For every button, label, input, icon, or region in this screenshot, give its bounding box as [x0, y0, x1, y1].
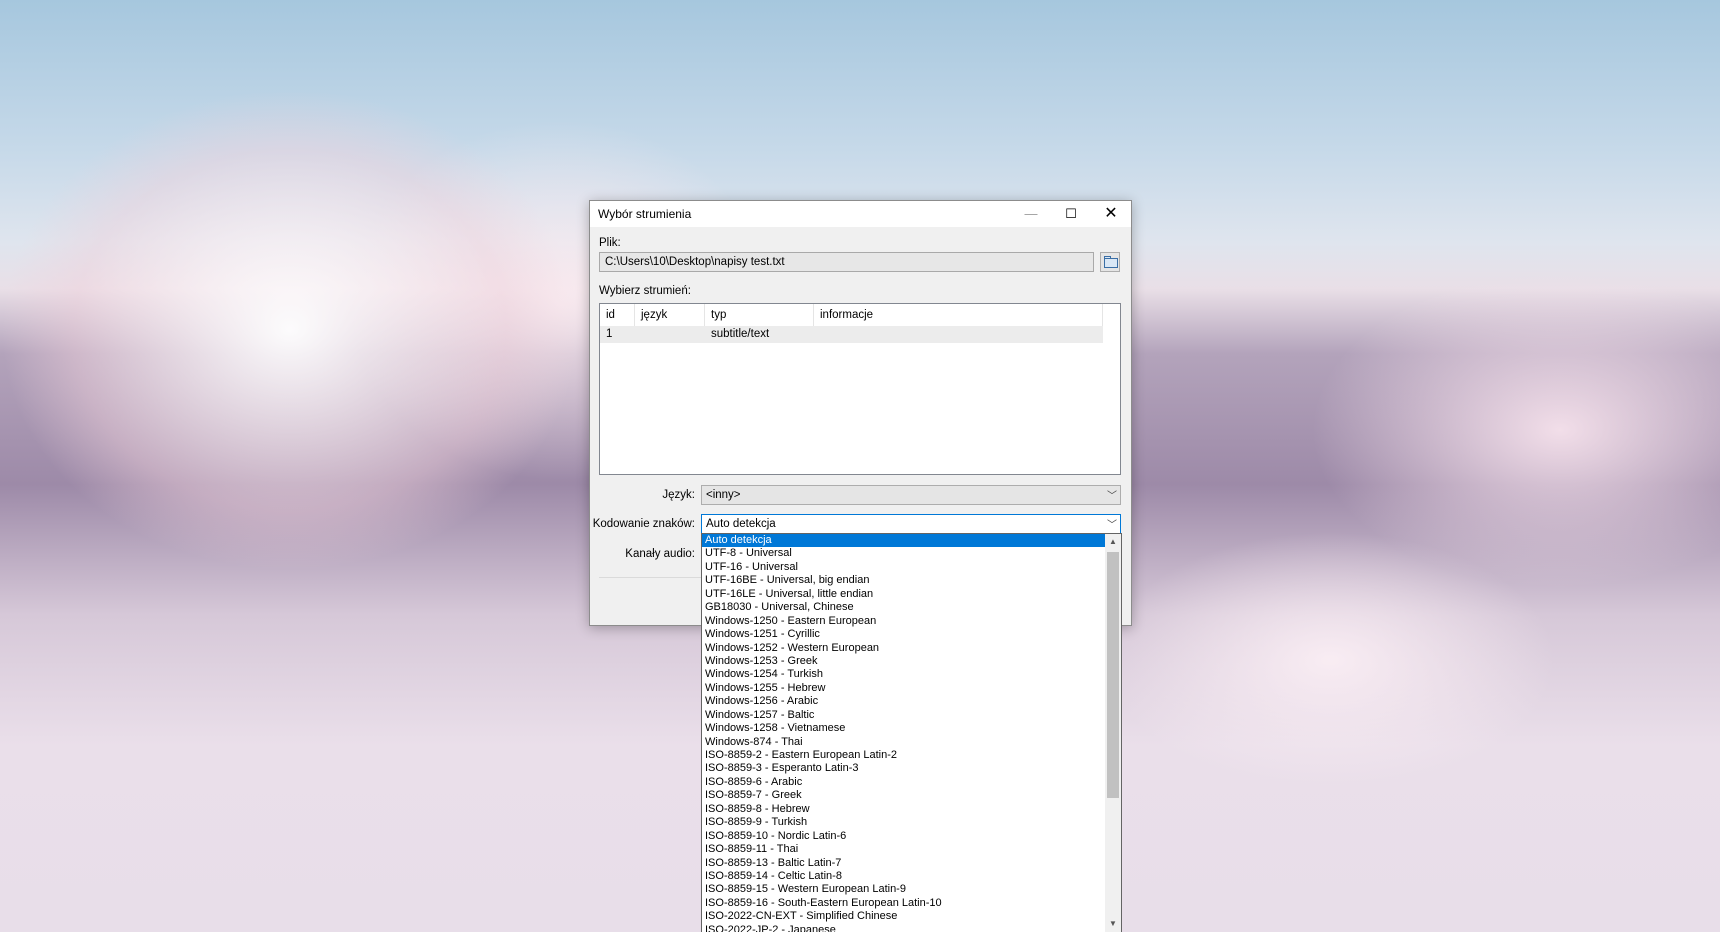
language-dropdown[interactable]: <inny> ﹀: [701, 485, 1121, 505]
encoding-options-scrollbar[interactable]: ▲ ▼: [1105, 534, 1121, 932]
encoding-option[interactable]: Windows-1255 - Hebrew: [702, 682, 1105, 695]
row-type-cell: subtitle/text: [711, 328, 770, 340]
encoding-option[interactable]: Windows-1256 - Arabic: [702, 695, 1105, 708]
browse-button[interactable]: [1100, 252, 1120, 272]
file-path-field[interactable]: C:\Users\10\Desktop\napisy test.txt: [599, 252, 1094, 272]
window-title: Wybór strumienia: [598, 207, 692, 221]
encoding-option[interactable]: ISO-8859-13 - Baltic Latin-7: [702, 857, 1105, 870]
encoding-dropdown-value: Auto detekcja: [706, 518, 776, 530]
encoding-option[interactable]: UTF-16BE - Universal, big endian: [702, 574, 1105, 587]
encoding-option[interactable]: UTF-16LE - Universal, little endian: [702, 588, 1105, 601]
encoding-option[interactable]: Windows-1250 - Eastern European: [702, 615, 1105, 628]
column-header-id[interactable]: id: [600, 304, 635, 326]
encoding-options-list[interactable]: Auto detekcja UTF-8 - Universal UTF-16 - U…: [701, 533, 1122, 932]
encoding-dropdown[interactable]: Auto detekcja ﹀: [701, 514, 1121, 534]
stream-list-label: Wybierz strumień:: [599, 285, 691, 297]
encoding-option[interactable]: ISO-8859-16 - South-Eastern European Lat…: [702, 897, 1105, 910]
encoding-option[interactable]: Windows-1253 - Greek: [702, 655, 1105, 668]
encoding-options-container: Auto detekcja UTF-8 - Universal UTF-16 - U…: [702, 534, 1121, 932]
encoding-option[interactable]: UTF-8 - Universal: [702, 547, 1105, 560]
encoding-label: Kodowanie znaków:: [592, 518, 695, 530]
encoding-option[interactable]: Windows-1251 - Cyrillic: [702, 628, 1105, 641]
encoding-option[interactable]: ISO-8859-9 - Turkish: [702, 816, 1105, 829]
scroll-up-icon[interactable]: ▲: [1105, 534, 1121, 550]
encoding-option[interactable]: Windows-1258 - Vietnamese: [702, 722, 1105, 735]
encoding-option[interactable]: ISO-8859-15 - Western European Latin-9: [702, 883, 1105, 896]
maximize-button[interactable]: ☐: [1051, 201, 1091, 227]
column-header-type[interactable]: typ: [705, 304, 814, 326]
table-row[interactable]: 1 subtitle/text: [600, 326, 1103, 343]
encoding-option[interactable]: ISO-2022-JP-2 - Japanese: [702, 924, 1105, 932]
chevron-down-icon: ﹀: [1107, 520, 1117, 531]
stream-list[interactable]: id język typ informacje 1 subtitle/text: [599, 303, 1121, 475]
encoding-option[interactable]: ISO-8859-2 - Eastern European Latin-2: [702, 749, 1105, 762]
stream-list-header: id język typ informacje: [600, 304, 1103, 326]
encoding-option[interactable]: Windows-1254 - Turkish: [702, 668, 1105, 681]
scroll-down-icon[interactable]: ▼: [1105, 916, 1121, 932]
scrollbar-thumb[interactable]: [1107, 552, 1119, 798]
chevron-down-icon: ﹀: [1107, 491, 1117, 502]
close-button[interactable]: ✕: [1091, 201, 1131, 227]
audio-channels-label: Kanały audio:: [625, 548, 695, 560]
encoding-option[interactable]: Auto detekcja: [702, 534, 1105, 548]
minimize-button[interactable]: —: [1011, 201, 1051, 227]
encoding-option[interactable]: Windows-874 - Thai: [702, 736, 1105, 749]
encoding-option[interactable]: ISO-8859-10 - Nordic Latin-6: [702, 830, 1105, 843]
encoding-option[interactable]: Windows-1252 - Western European: [702, 642, 1105, 655]
encoding-option[interactable]: ISO-8859-8 - Hebrew: [702, 803, 1105, 816]
encoding-option[interactable]: GB18030 - Universal, Chinese: [702, 601, 1105, 614]
language-label: Język:: [662, 489, 695, 501]
title-bar[interactable]: Wybór strumienia — ☐ ✕: [590, 201, 1131, 227]
encoding-option[interactable]: ISO-8859-14 - Celtic Latin-8: [702, 870, 1105, 883]
file-label: Plik:: [599, 237, 621, 249]
encoding-option[interactable]: ISO-8859-7 - Greek: [702, 789, 1105, 802]
file-path-text: C:\Users\10\Desktop\napisy test.txt: [605, 256, 785, 268]
encoding-option[interactable]: UTF-16 - Universal: [702, 561, 1105, 574]
row-id-cell: 1: [606, 328, 613, 340]
encoding-option[interactable]: ISO-2022-CN-EXT - Simplified Chinese: [702, 910, 1105, 923]
column-header-info[interactable]: informacje: [814, 304, 1103, 326]
column-header-language[interactable]: język: [635, 304, 705, 326]
language-dropdown-value: <inny>: [706, 489, 741, 501]
encoding-option[interactable]: ISO-8859-3 - Esperanto Latin-3: [702, 762, 1105, 775]
encoding-option[interactable]: Windows-1257 - Baltic: [702, 709, 1105, 722]
encoding-option[interactable]: ISO-8859-6 - Arabic: [702, 776, 1105, 789]
encoding-option[interactable]: ISO-8859-11 - Thai: [702, 843, 1105, 856]
